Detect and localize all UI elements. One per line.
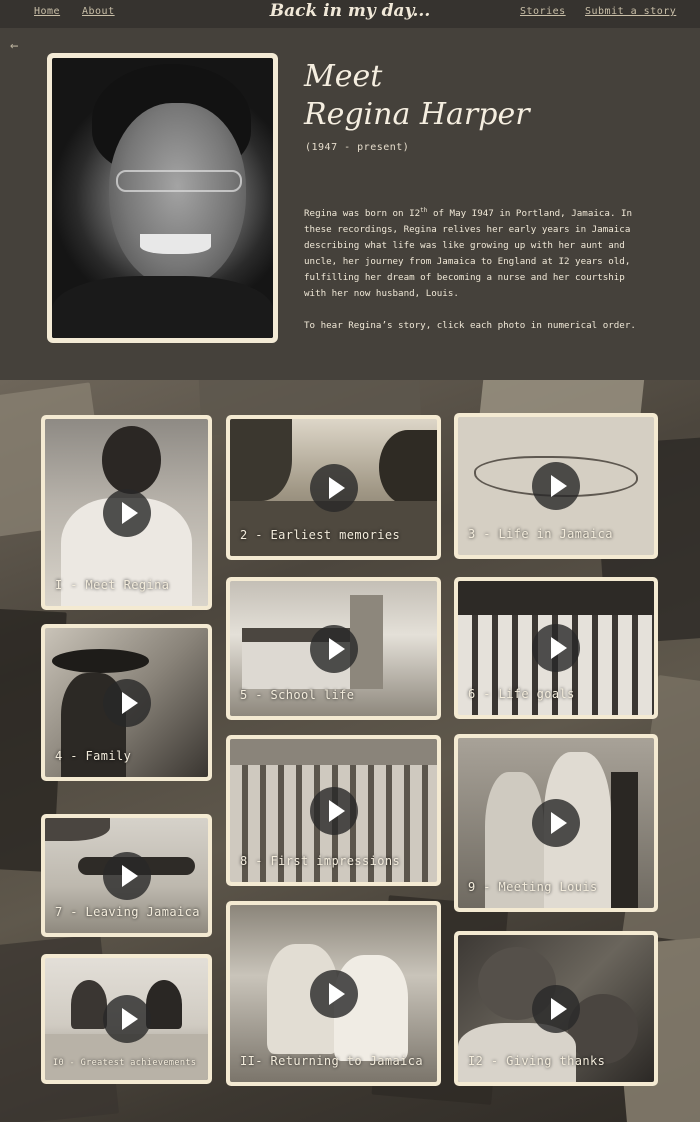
top-nav: Home About Back in my day... Stories Sub… bbox=[0, 0, 700, 28]
story-card-6[interactable]: 6 - Life goals bbox=[454, 577, 658, 719]
story-photo-3: 3 - Life in Jamaica bbox=[458, 417, 654, 555]
story-label: I - Meet Regina bbox=[55, 578, 170, 592]
story-card-12[interactable]: I2 - Giving thanks bbox=[454, 931, 658, 1086]
story-photo-1: I - Meet Regina bbox=[45, 419, 208, 606]
bio-text-rest: of May I947 in Portland, Jamaica. In the… bbox=[304, 208, 633, 300]
story-photo-4: 4 - Family bbox=[45, 628, 208, 777]
story-label: 6 - Life goals bbox=[468, 687, 575, 701]
biography: Regina was born on I2th of May I947 in P… bbox=[304, 203, 644, 334]
story-photo-6: 6 - Life goals bbox=[458, 581, 654, 715]
play-icon[interactable] bbox=[102, 995, 151, 1043]
story-label: II- Returning to Jamaica bbox=[240, 1054, 423, 1068]
story-card-4[interactable]: 4 - Family bbox=[41, 624, 212, 781]
story-photo-9: 9 - Meeting Louis bbox=[458, 738, 654, 908]
play-icon[interactable] bbox=[532, 799, 580, 847]
lifespan-dates: (1947 - present) bbox=[305, 142, 410, 153]
play-icon[interactable] bbox=[532, 462, 580, 510]
nav-link-stories[interactable]: Stories bbox=[520, 6, 566, 17]
play-icon[interactable] bbox=[309, 969, 358, 1018]
story-photo-2: 2 - Earliest memories bbox=[230, 419, 437, 556]
story-label: 7 - Leaving Jamaica bbox=[55, 905, 200, 919]
story-label: I0 - Greatest achievements bbox=[53, 1058, 197, 1068]
play-icon[interactable] bbox=[532, 624, 580, 672]
title-line-2: Regina Harper bbox=[304, 97, 530, 132]
story-gallery: I - Meet Regina 2 - Earliest memories 3 … bbox=[0, 380, 700, 1122]
story-photo-7: 7 - Leaving Jamaica bbox=[45, 818, 208, 933]
profile-header: ← Meet Regina Harper (1947 - present) Re… bbox=[0, 28, 700, 380]
story-label: 2 - Earliest memories bbox=[240, 528, 401, 542]
bio-paragraph: Regina was born on I2th of May I947 in P… bbox=[304, 203, 644, 302]
play-icon[interactable] bbox=[309, 624, 358, 673]
play-icon[interactable] bbox=[102, 851, 151, 900]
story-label: 9 - Meeting Louis bbox=[468, 880, 598, 894]
story-card-7[interactable]: 7 - Leaving Jamaica bbox=[41, 814, 212, 937]
story-card-5[interactable]: 5 - School life bbox=[226, 577, 441, 720]
page-title: Meet Regina Harper bbox=[304, 58, 530, 134]
story-card-1[interactable]: I - Meet Regina bbox=[41, 415, 212, 610]
story-card-8[interactable]: 8 - First impressions bbox=[226, 735, 441, 886]
story-card-3[interactable]: 3 - Life in Jamaica bbox=[454, 413, 658, 559]
portrait-photo bbox=[52, 58, 273, 338]
story-label: 8 - First impressions bbox=[240, 854, 401, 868]
story-label: 4 - Family bbox=[55, 749, 132, 763]
portrait-frame bbox=[47, 53, 278, 343]
instruction-text: To hear Regina’s story, click each photo… bbox=[304, 320, 636, 332]
story-photo-12: I2 - Giving thanks bbox=[458, 935, 654, 1082]
story-card-11[interactable]: II- Returning to Jamaica bbox=[226, 901, 441, 1086]
story-photo-5: 5 - School life bbox=[230, 581, 437, 716]
brand-title[interactable]: Back in my day... bbox=[270, 1, 431, 21]
story-card-9[interactable]: 9 - Meeting Louis bbox=[454, 734, 658, 912]
story-label: 5 - School life bbox=[240, 688, 355, 702]
play-icon[interactable] bbox=[532, 984, 580, 1033]
play-icon[interactable] bbox=[309, 463, 358, 512]
story-photo-8: 8 - First impressions bbox=[230, 739, 437, 882]
play-icon[interactable] bbox=[309, 786, 358, 835]
story-photo-10: I0 - Greatest achievements bbox=[45, 958, 208, 1080]
story-photo-11: II- Returning to Jamaica bbox=[230, 905, 437, 1082]
story-label: I2 - Giving thanks bbox=[468, 1054, 606, 1068]
title-line-1: Meet bbox=[304, 59, 383, 94]
arrow-left-icon[interactable]: ← bbox=[10, 38, 18, 54]
play-icon[interactable] bbox=[102, 488, 151, 537]
play-icon[interactable] bbox=[102, 678, 151, 727]
story-card-10[interactable]: I0 - Greatest achievements bbox=[41, 954, 212, 1084]
story-card-2[interactable]: 2 - Earliest memories bbox=[226, 415, 441, 560]
story-label: 3 - Life in Jamaica bbox=[468, 527, 613, 541]
bio-text-start: Regina was born on I2 bbox=[304, 208, 421, 220]
nav-link-submit-story[interactable]: Submit a story bbox=[585, 6, 676, 17]
